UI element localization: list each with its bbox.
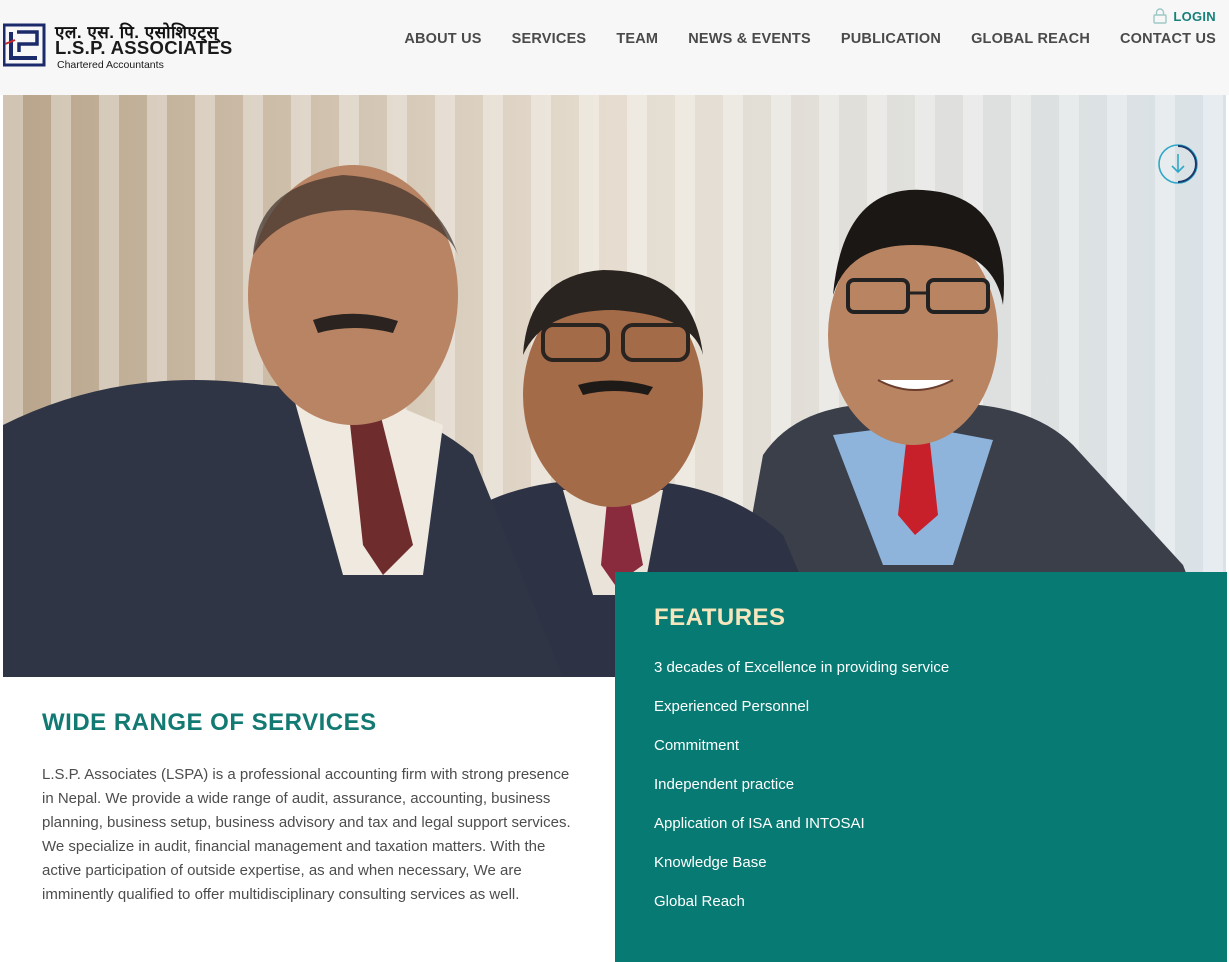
feature-item: Independent practice [654, 776, 795, 793]
feature-item: Global Reach [654, 893, 745, 910]
main-nav: ABOUT US SERVICES TEAM NEWS & EVENTS PUB… [404, 31, 1216, 47]
services-section: WIDE RANGE OF SERVICES L.S.P. Associates… [3, 677, 615, 962]
login-label: LOGIN [1173, 8, 1216, 24]
lock-icon [1153, 8, 1168, 24]
nav-services[interactable]: SERVICES [512, 31, 587, 47]
login-link[interactable]: LOGIN [1153, 8, 1216, 24]
nav-contact-us[interactable]: CONTACT US [1120, 31, 1216, 47]
feature-item: Knowledge Base [654, 854, 767, 871]
features-panel: FEATURES 3 decades of Excellence in prov… [615, 572, 1227, 962]
features-title: FEATURES [654, 604, 786, 631]
arrow-down-circle-icon[interactable] [1157, 143, 1199, 185]
services-description: L.S.P. Associates (LSPA) is a profession… [42, 766, 571, 903]
feature-item: 3 decades of Excellence in providing ser… [654, 659, 950, 676]
logo-name: L.S.P. ASSOCIATES [55, 37, 233, 58]
nav-about-us[interactable]: ABOUT US [404, 31, 481, 47]
site-header: एल. एस. पि. एसोशिएट्स् L.S.P. ASSOCIATES… [0, 0, 1229, 95]
nav-news-events[interactable]: NEWS & EVENTS [688, 31, 811, 47]
nav-global-reach[interactable]: GLOBAL REACH [971, 31, 1090, 47]
logo-mark-icon [3, 23, 46, 67]
feature-item: Application of ISA and INTOSAI [654, 815, 865, 832]
nav-team[interactable]: TEAM [616, 31, 658, 47]
feature-item: Commitment [654, 737, 740, 754]
services-title: WIDE RANGE OF SERVICES [42, 709, 377, 736]
features-list: 3 decades of Excellence in providing ser… [654, 658, 949, 931]
logo-subtitle: Chartered Accountants [57, 59, 164, 71]
feature-item: Experienced Personnel [654, 698, 810, 715]
logo[interactable]: एल. एस. पि. एसोशिएट्स् L.S.P. ASSOCIATES… [3, 20, 232, 72]
nav-publication[interactable]: PUBLICATION [841, 31, 941, 47]
